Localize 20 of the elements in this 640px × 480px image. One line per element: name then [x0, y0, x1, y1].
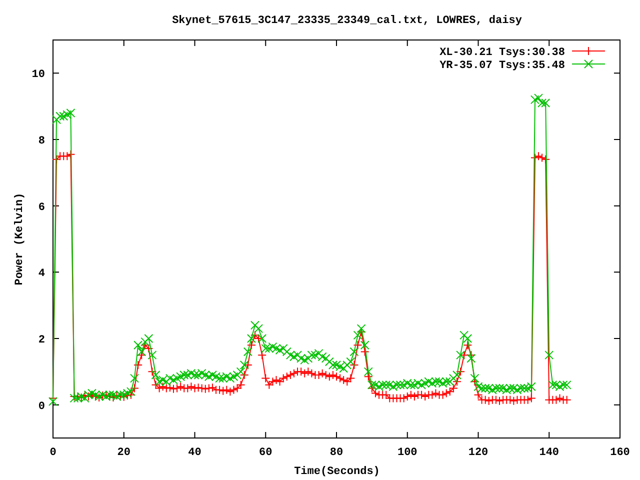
axis-title: Power (Kelvin)	[14, 192, 26, 286]
tick-label: 80	[330, 447, 344, 459]
chart-title: Skynet_57615_3C147_23335_23349_cal.txt, LOWRES, daisy	[172, 15, 522, 27]
tick-label: 160	[610, 447, 630, 459]
tick-label: 6	[38, 202, 45, 214]
tick-label: 140	[539, 447, 560, 459]
tick-label: 40	[188, 447, 202, 459]
tick-label: 2	[38, 334, 45, 346]
tick-label: 4	[38, 268, 45, 280]
tick-label: 100	[397, 447, 418, 459]
tick-label: 120	[468, 447, 488, 459]
tick-label: 20	[117, 447, 130, 459]
tick-label: 10	[32, 69, 45, 82]
tick-label: 60	[259, 447, 272, 459]
legend-label: YR-35.07 Tsys:35.48	[440, 60, 565, 72]
legend-label: XL-30.21 Tsys:30.38	[440, 47, 565, 59]
tick-label: 0	[38, 400, 45, 413]
tick-label: 8	[38, 136, 45, 148]
axis-title: Time(Seconds)	[294, 466, 380, 478]
tick-label: 0	[50, 447, 56, 459]
